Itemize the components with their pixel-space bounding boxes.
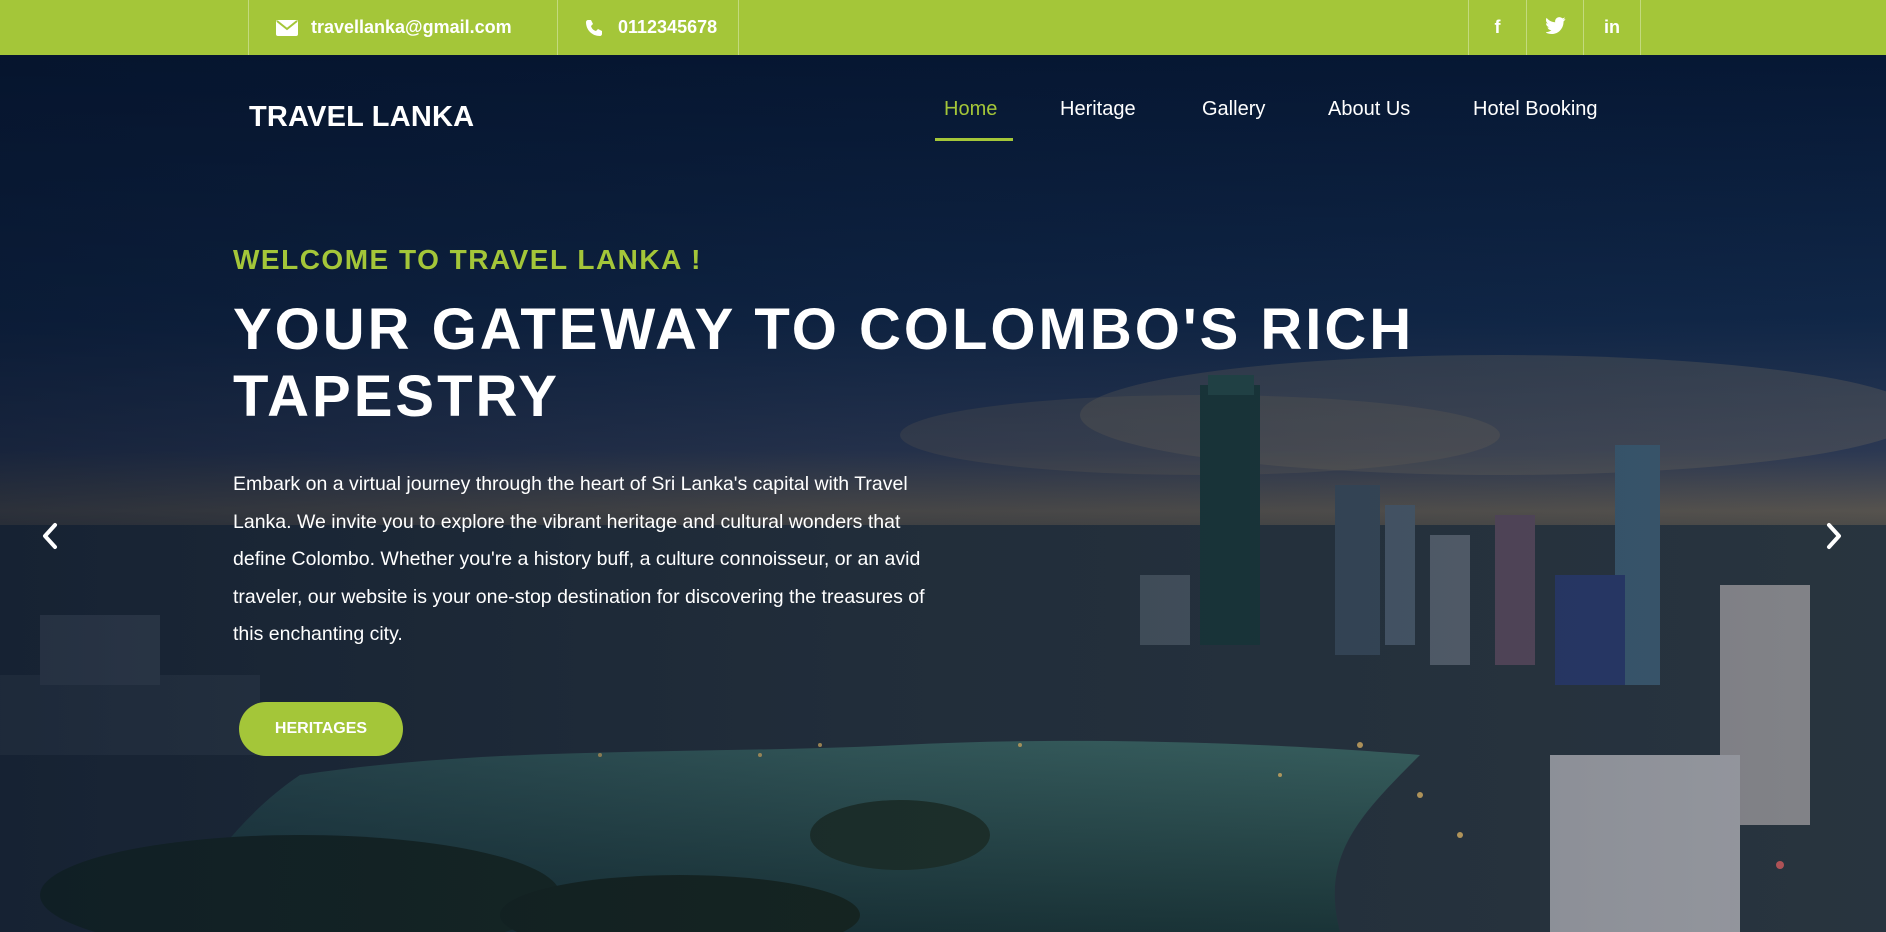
envelope-icon <box>275 19 299 37</box>
hero-description: Embark on a virtual journey through the … <box>233 473 925 645</box>
nav-about-us[interactable]: About Us <box>1328 98 1410 121</box>
facebook-link[interactable]: f <box>1468 0 1526 55</box>
nav-home[interactable]: Home <box>944 98 997 121</box>
hero-eyebrow: WELCOME TO TRAVEL LANKA ! <box>233 244 702 275</box>
chevron-right-icon <box>1825 522 1843 555</box>
email-text: travellanka@gmail.com <box>311 17 512 37</box>
page: travellanka@gmail.com 0112345678 f in TR… <box>0 0 1886 932</box>
nav-gallery[interactable]: Gallery <box>1202 98 1265 121</box>
facebook-icon: f <box>1494 17 1501 37</box>
top-bar: travellanka@gmail.com 0112345678 f in <box>0 0 1886 55</box>
heritages-button[interactable]: HERITAGES <box>239 702 403 756</box>
carousel-next-button[interactable] <box>1816 520 1852 556</box>
linkedin-link[interactable]: in <box>1583 0 1641 55</box>
brand-logo[interactable]: TRAVEL LANKA <box>249 101 474 134</box>
chevron-left-icon <box>41 522 59 555</box>
phone-icon <box>582 19 606 37</box>
twitter-link[interactable] <box>1526 0 1584 55</box>
phone-text: 0112345678 <box>618 17 718 37</box>
twitter-icon <box>1544 16 1566 39</box>
carousel-prev-button[interactable] <box>32 520 68 556</box>
linkedin-icon: in <box>1604 17 1620 37</box>
nav-heritage[interactable]: Heritage <box>1060 98 1136 121</box>
hero-title: YOUR GATEWAY TO COLOMBO'S RICH TAPESTRY <box>233 297 1415 429</box>
nav-hotel-booking[interactable]: Hotel Booking <box>1473 98 1598 121</box>
email-contact[interactable]: travellanka@gmail.com <box>248 0 558 55</box>
phone-contact[interactable]: 0112345678 <box>558 0 739 55</box>
nav-active-indicator <box>935 138 1013 141</box>
